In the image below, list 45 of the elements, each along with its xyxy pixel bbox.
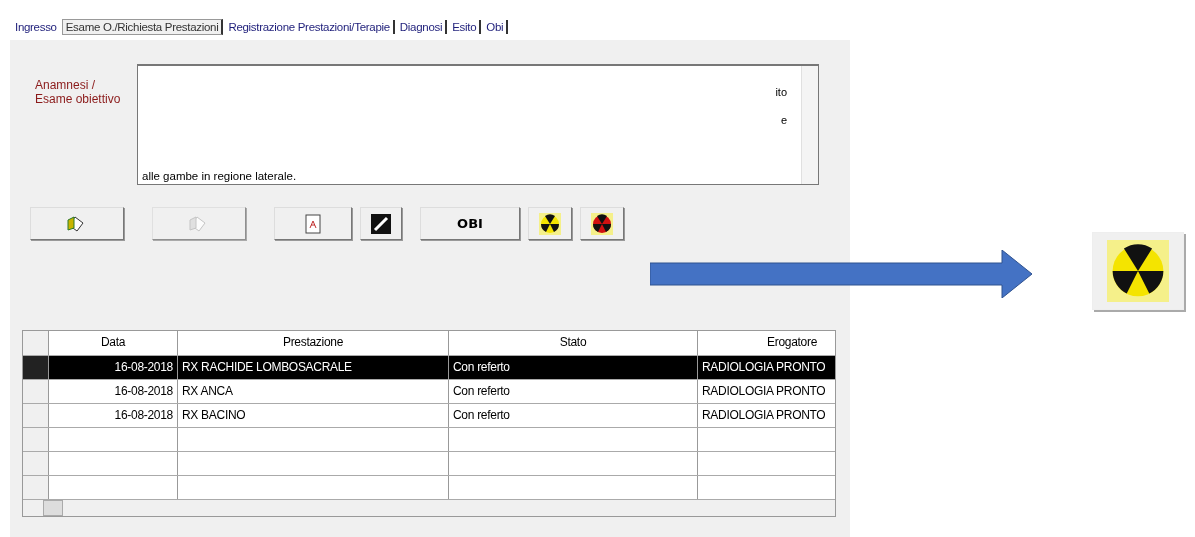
table-row[interactable]: 16-08-2018 RX ANCA Con referto RADIOLOGIA PRONTO	[23, 380, 835, 404]
tab[interactable]: Esame O./Richiesta Prestazioni	[61, 19, 224, 35]
table-cell: RADIOLOGIA PRONTO	[698, 404, 835, 427]
radiation-icon	[591, 212, 613, 235]
radiation-icon	[1107, 240, 1169, 302]
column-header[interactable]: Data	[49, 331, 178, 355]
zoomed-toolbar-button[interactable]	[1092, 232, 1184, 310]
vertical-scrollbar[interactable]	[801, 66, 818, 184]
obi-button[interactable]: OBI	[420, 207, 520, 240]
table-cell: Con referto	[449, 380, 698, 403]
table-cell: 16-08-2018	[49, 380, 178, 403]
scroll-thumb[interactable]	[43, 500, 63, 516]
tab[interactable]: Obi	[483, 20, 509, 34]
toolbar-button[interactable]	[360, 207, 402, 240]
pencil-icon	[371, 213, 391, 234]
table-cell: RX BACINO	[178, 404, 449, 427]
text-fragment: e	[780, 114, 787, 126]
table-cell: Con referto	[449, 404, 698, 427]
tab[interactable]: Esito	[449, 20, 482, 34]
anamnesi-field[interactable]: ito e alle gambe in regione laterale.	[137, 64, 819, 185]
empty-table-row[interactable]	[23, 428, 835, 452]
table-cell: RX RACHIDE LOMBOSACRALE	[178, 356, 449, 379]
table-cell: Con referto	[449, 356, 698, 379]
column-header[interactable]: Stato	[449, 331, 698, 355]
column-header[interactable]: Erogatore	[698, 331, 835, 355]
tab[interactable]: Ingresso	[12, 20, 60, 34]
table-cell: 16-08-2018	[49, 356, 178, 379]
anamnesi-text: alle gambe in regione laterale.	[142, 170, 297, 182]
anamnesi-label: Anamnesi / Esame obiettivo	[34, 77, 122, 108]
tab[interactable]: Diagnosi	[396, 20, 448, 34]
empty-table-row[interactable]	[23, 452, 835, 476]
column-header[interactable]: Prestazione	[178, 331, 449, 355]
table-row[interactable]: 16-08-2018 RX BACINO Con referto RADIOLOGIA PRONTO	[23, 404, 835, 428]
tab[interactable]: Registrazione Prestazioni/Terapie	[225, 20, 395, 34]
document-icon	[305, 213, 321, 234]
table-cell: RX ANCA	[178, 380, 449, 403]
table-row[interactable]: 16-08-2018 RX RACHIDE LOMBOSACRALE Con referto RADIOLOGIA PRONTO	[23, 356, 835, 380]
text-fragment: ito	[775, 86, 787, 98]
toolbar-button[interactable]	[528, 207, 572, 240]
table-cell: RADIOLOGIA PRONTO	[698, 356, 835, 379]
table-cell: 16-08-2018	[49, 404, 178, 427]
toolbar-button[interactable]	[580, 207, 624, 240]
radiation-icon	[539, 212, 561, 235]
horizontal-scrollbar[interactable]	[23, 500, 835, 516]
table-cell: RADIOLOGIA PRONTO	[698, 380, 835, 403]
